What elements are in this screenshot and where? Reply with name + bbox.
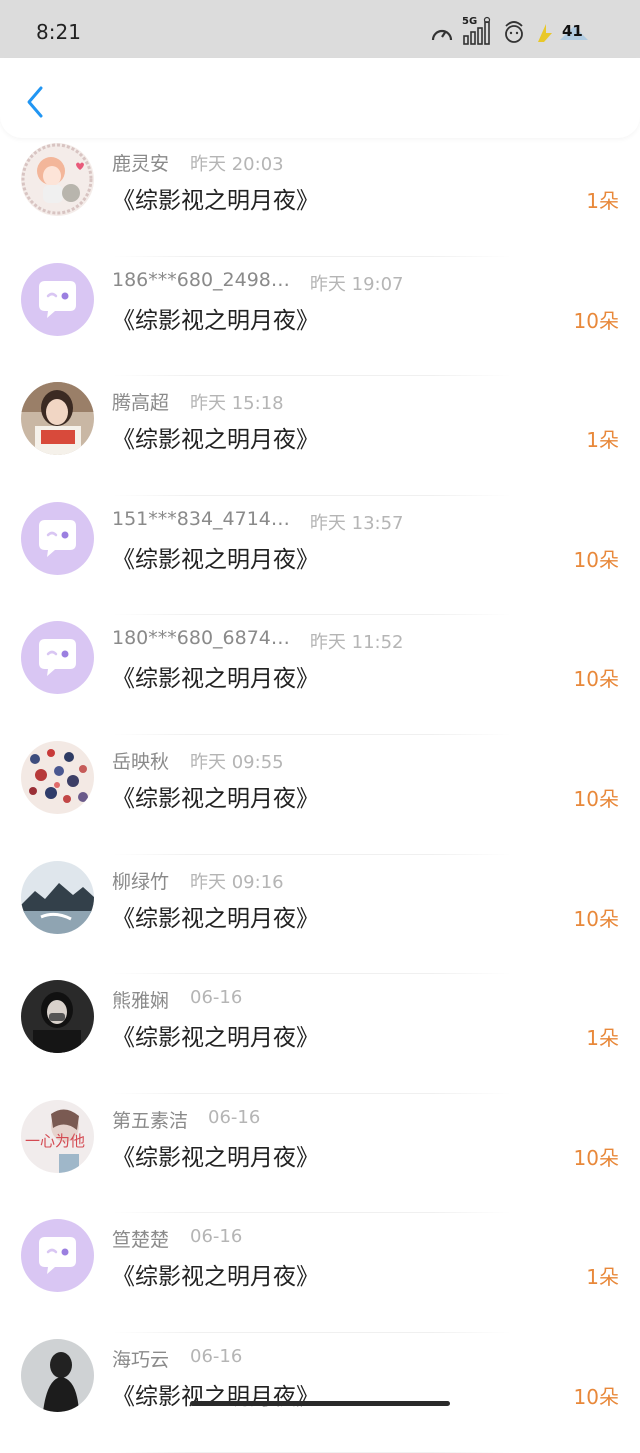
gift-row[interactable]: 岳映秋 昨天 09:55 《综影视之明月夜》 10朵	[0, 735, 640, 855]
gift-row[interactable]: 151***834_4714… 昨天 13:57 《综影视之明月夜》 10朵	[0, 496, 640, 616]
user-name: 第五素洁	[112, 1109, 189, 1132]
gift-row[interactable]: 一心为他 第五素洁 06-16 《综影视之明月夜》 10朵	[0, 1094, 640, 1214]
user-name: 186***680_2498…	[112, 268, 290, 291]
status-bar: 8:21 5G 41	[0, 0, 640, 58]
book-title: 《综影视之明月夜》	[112, 307, 319, 334]
avatar[interactable]	[21, 980, 94, 1054]
avatar[interactable]	[21, 501, 94, 575]
book-title: 《综影视之明月夜》	[112, 427, 319, 454]
user-name: 180***680_6874…	[112, 627, 290, 650]
gift-time: 昨天 09:16	[190, 871, 284, 893]
battery-level: 41	[562, 22, 583, 40]
user-name: 柳绿竹	[112, 870, 170, 893]
speedometer-icon	[430, 22, 454, 48]
user-name: 笪楚楚	[112, 1229, 170, 1252]
back-button[interactable]	[22, 84, 48, 120]
flower-amount: 1朵	[586, 1026, 619, 1051]
gift-time: 昨天 15:18	[190, 393, 284, 415]
flower-amount: 10朵	[573, 1384, 619, 1409]
gift-row[interactable]: 海巧云 06-16 《综影视之明月夜》 10朵	[0, 1333, 640, 1453]
flower-amount: 10朵	[573, 667, 619, 692]
avatar[interactable]	[21, 143, 94, 216]
book-title: 《综影视之明月夜》	[112, 1144, 319, 1171]
flower-amount: 10朵	[573, 786, 619, 811]
book-title: 《综影视之明月夜》	[112, 785, 319, 812]
book-title: 《综影视之明月夜》	[112, 905, 319, 932]
book-title: 《综影视之明月夜》	[112, 188, 319, 214]
gift-time: 昨天 09:55	[190, 751, 284, 773]
book-title: 《综影视之明月夜》	[112, 1264, 319, 1291]
avatar[interactable]	[21, 1338, 94, 1412]
hotspot-icon	[502, 20, 526, 48]
chevron-left-icon	[27, 86, 43, 118]
user-name: 熊雅娴	[112, 990, 170, 1013]
avatar[interactable]	[21, 262, 94, 336]
avatar[interactable]	[21, 621, 94, 695]
status-icons: 5G 41	[430, 16, 600, 46]
status-time: 8:21	[36, 20, 81, 44]
avatar[interactable]	[21, 740, 94, 814]
book-title: 《综影视之明月夜》	[112, 1025, 319, 1052]
charging-bolt-icon	[534, 22, 556, 48]
battery-icon: 41	[558, 22, 592, 46]
user-name: 鹿灵安	[112, 153, 170, 175]
gift-time: 昨天 11:52	[309, 632, 404, 654]
flower-amount: 1朵	[586, 189, 619, 213]
gift-time: 昨天 13:57	[309, 512, 404, 534]
flower-amount: 10朵	[573, 1145, 619, 1170]
svg-text:一心为他: 一心为他	[25, 1132, 85, 1150]
gift-time: 06-16	[190, 1226, 243, 1248]
avatar[interactable]	[21, 860, 94, 934]
gift-row[interactable]: 鹿灵安 昨天 20:03 《综影视之明月夜》 1朵	[0, 137, 640, 257]
flower-amount: 10朵	[573, 308, 619, 333]
header	[0, 58, 640, 138]
flower-amount: 10朵	[573, 547, 619, 572]
user-name: 腾高超	[112, 392, 170, 415]
gift-time: 昨天 19:07	[309, 273, 404, 295]
gift-row[interactable]: 180***680_6874… 昨天 11:52 《综影视之明月夜》 10朵	[0, 615, 640, 735]
gift-row[interactable]: 笪楚楚 06-16 《综影视之明月夜》 1朵	[0, 1213, 640, 1333]
user-name: 岳映秋	[112, 750, 170, 773]
gift-time: 06-16	[190, 987, 243, 1009]
gift-row[interactable]: 柳绿竹 昨天 09:16 《综影视之明月夜》 10朵	[0, 855, 640, 975]
book-title: 《综影视之明月夜》	[112, 546, 319, 573]
gift-row[interactable]: 熊雅娴 06-16 《综影视之明月夜》 1朵	[0, 974, 640, 1094]
user-name: 151***834_4714…	[112, 507, 290, 530]
gift-time: 06-16	[190, 1345, 243, 1367]
book-title: 《综影视之明月夜》	[112, 666, 319, 693]
gift-row[interactable]: 186***680_2498… 昨天 19:07 《综影视之明月夜》 10朵	[0, 257, 640, 377]
flower-amount: 1朵	[586, 428, 619, 453]
gift-time: 06-16	[208, 1106, 261, 1128]
gift-list: 鹿灵安 昨天 20:03 《综影视之明月夜》 1朵 186***680_2498… 昨天 …	[0, 137, 640, 1453]
row-divider	[112, 1451, 512, 1453]
home-indicator	[190, 1401, 450, 1406]
gift-time: 昨天 20:03	[190, 154, 284, 175]
avatar[interactable]	[21, 382, 94, 456]
gift-row[interactable]: 腾高超 昨天 15:18 《综影视之明月夜》 1朵	[0, 376, 640, 496]
avatar[interactable]: 一心为他	[21, 1099, 94, 1173]
user-name: 海巧云	[112, 1348, 170, 1371]
flower-amount: 1朵	[586, 1265, 619, 1290]
avatar[interactable]	[21, 1219, 94, 1293]
flower-amount: 10朵	[573, 906, 619, 931]
